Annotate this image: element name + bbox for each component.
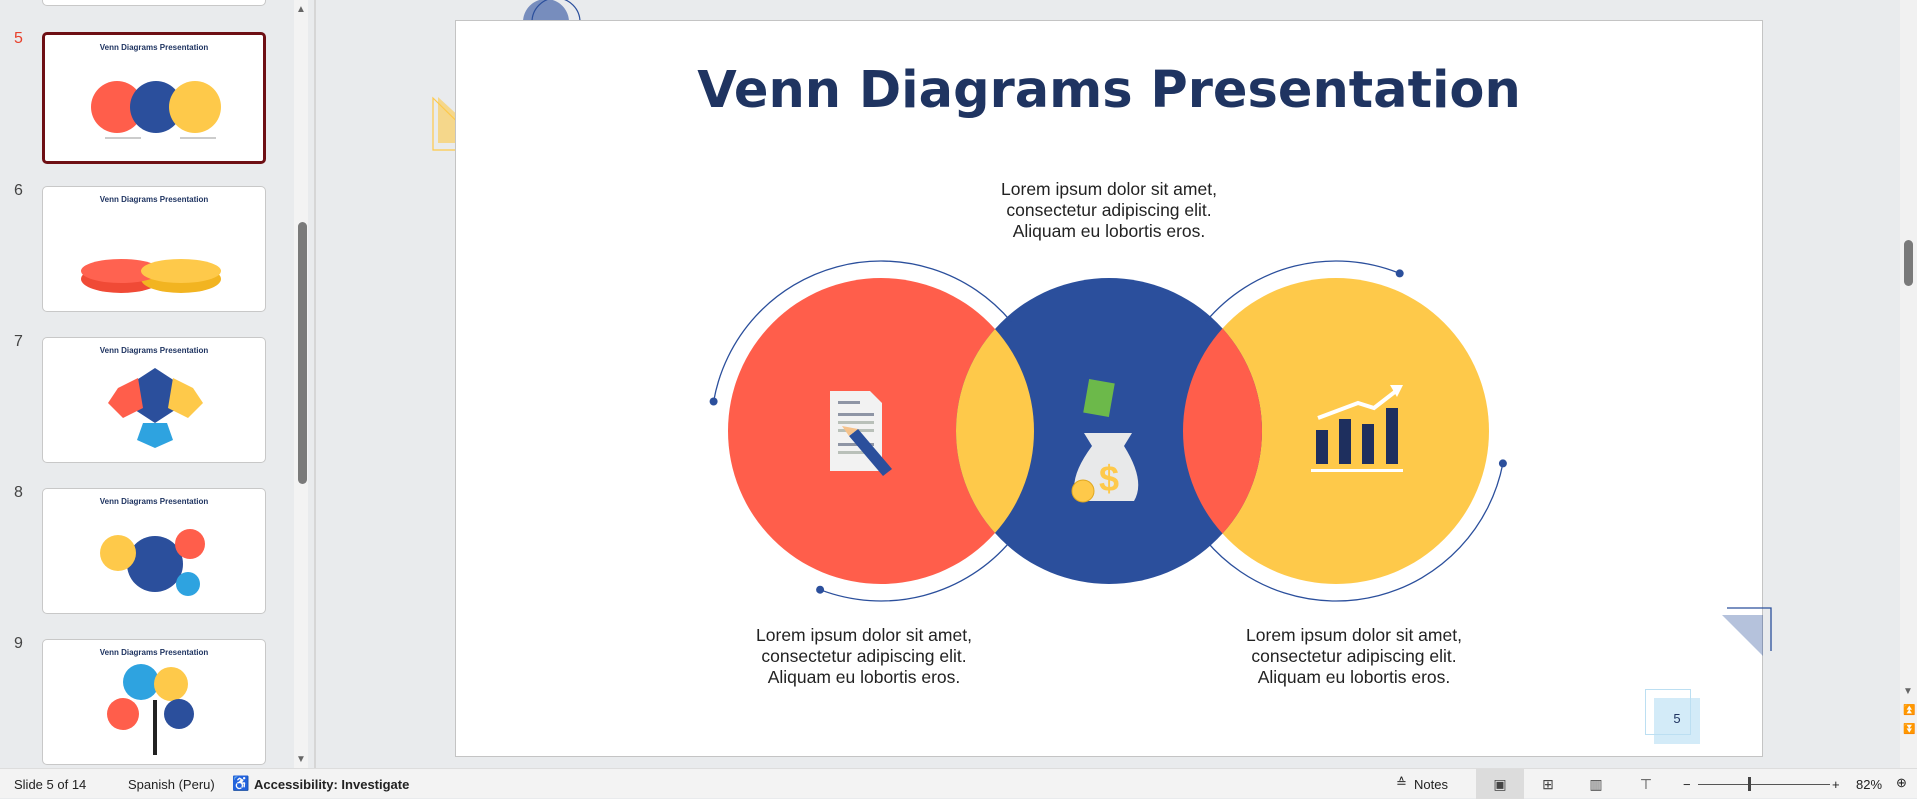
text-line: Lorem ipsum dolor sit amet, — [756, 625, 972, 645]
zoom-level[interactable]: 82% — [1856, 777, 1882, 792]
zoom-slider-thumb[interactable] — [1748, 777, 1751, 791]
next-slide-icon[interactable]: ⏬ — [1903, 724, 1915, 735]
text-line: Aliquam eu lobortis eros. — [767, 667, 961, 687]
slide-thumbnail-8[interactable]: Venn Diagrams Presentation — [42, 488, 266, 614]
thumbnail-venn-graphic — [91, 81, 221, 139]
thumbnail-graphic — [81, 259, 221, 293]
text-line: consectetur adipiscing elit. — [761, 646, 967, 666]
zoom-out-button[interactable]: − — [1683, 777, 1691, 792]
top-text-box[interactable]: Lorem ipsum dolor sit amet, consectetur … — [909, 179, 1309, 242]
scroll-up-icon[interactable]: ▲ — [296, 4, 306, 15]
zoom-slider[interactable] — [1698, 784, 1830, 785]
slide-thumbnail-panel: 5 Venn Diagrams Presentation 6 Venn Diag… — [0, 0, 300, 768]
right-text-box[interactable]: Lorem ipsum dolor sit amet, consectetur … — [1154, 625, 1554, 688]
slide-number: 5 — [14, 30, 23, 47]
thumbnail-scrollbar-thumb[interactable] — [298, 222, 307, 484]
text-line: Lorem ipsum dolor sit amet, — [1246, 625, 1462, 645]
reading-view-icon[interactable]: ▥ — [1586, 774, 1606, 794]
slide-canvas[interactable]: $ Venn Diagrams Presentation Lorem ipsum… — [455, 20, 1763, 757]
text-line: consectetur adipiscing elit. — [1251, 646, 1457, 666]
slide-thumbnail-5[interactable]: Venn Diagrams Presentation — [42, 32, 266, 164]
zoom-in-button[interactable]: + — [1832, 777, 1840, 792]
accessibility-icon[interactable]: ♿ — [232, 775, 249, 792]
left-text-box[interactable]: Lorem ipsum dolor sit amet, consectetur … — [664, 625, 1064, 688]
thumbnail-graphic — [108, 368, 203, 448]
language-indicator[interactable]: Spanish (Peru) — [128, 777, 215, 792]
notes-icon[interactable]: ≙ — [1396, 775, 1407, 791]
slide-title[interactable]: Venn Diagrams Presentation — [456, 61, 1762, 120]
status-bar: Slide 5 of 14 Spanish (Peru) ♿ Accessibi… — [0, 768, 1917, 799]
scroll-down-icon[interactable]: ▼ — [1903, 686, 1913, 697]
slide-number: 9 — [14, 635, 23, 652]
slide-thumbnail-9[interactable]: Venn Diagrams Presentation — [42, 639, 266, 765]
slide-sorter-icon[interactable]: ⊞ — [1538, 774, 1558, 794]
slide-counter: Slide 5 of 14 — [14, 777, 87, 792]
text-line: Aliquam eu lobortis eros. — [1012, 221, 1206, 241]
fit-to-window-icon[interactable]: ⊕ — [1896, 775, 1907, 791]
slide-editor: $ Venn Diagrams Presentation Lorem ipsum… — [316, 0, 1900, 768]
slide-thumbnail-7[interactable]: Venn Diagrams Presentation — [42, 337, 266, 463]
normal-view-icon[interactable]: ▣ — [1476, 769, 1524, 799]
slide-number: 6 — [14, 182, 23, 199]
slide-thumbnail-6[interactable]: Venn Diagrams Presentation — [42, 186, 266, 312]
thumbnail-graphic — [107, 664, 194, 755]
notes-button[interactable]: Notes — [1414, 777, 1448, 792]
slide-number: 7 — [14, 333, 23, 350]
accessibility-status[interactable]: Accessibility: Investigate — [254, 777, 409, 792]
text-line: consectetur adipiscing elit. — [1006, 200, 1212, 220]
text-line: Lorem ipsum dolor sit amet, — [1001, 179, 1217, 199]
scroll-down-icon[interactable]: ▼ — [296, 754, 306, 765]
previous-slide-icon[interactable]: ⏫ — [1903, 705, 1915, 716]
slide-thumbnail-4[interactable] — [42, 0, 266, 6]
slideshow-icon[interactable]: ⊤ — [1636, 774, 1656, 794]
thumbnail-graphic — [100, 529, 205, 596]
editor-scrollbar-thumb[interactable] — [1904, 240, 1913, 286]
page-number: 5 — [1673, 711, 1681, 726]
text-line: Aliquam eu lobortis eros. — [1257, 667, 1451, 687]
svg-text:$: $ — [1099, 458, 1119, 499]
editor-scrollbar[interactable] — [1900, 0, 1917, 768]
venn-diagram: $ — [709, 260, 1507, 602]
slide-number: 8 — [14, 484, 23, 501]
